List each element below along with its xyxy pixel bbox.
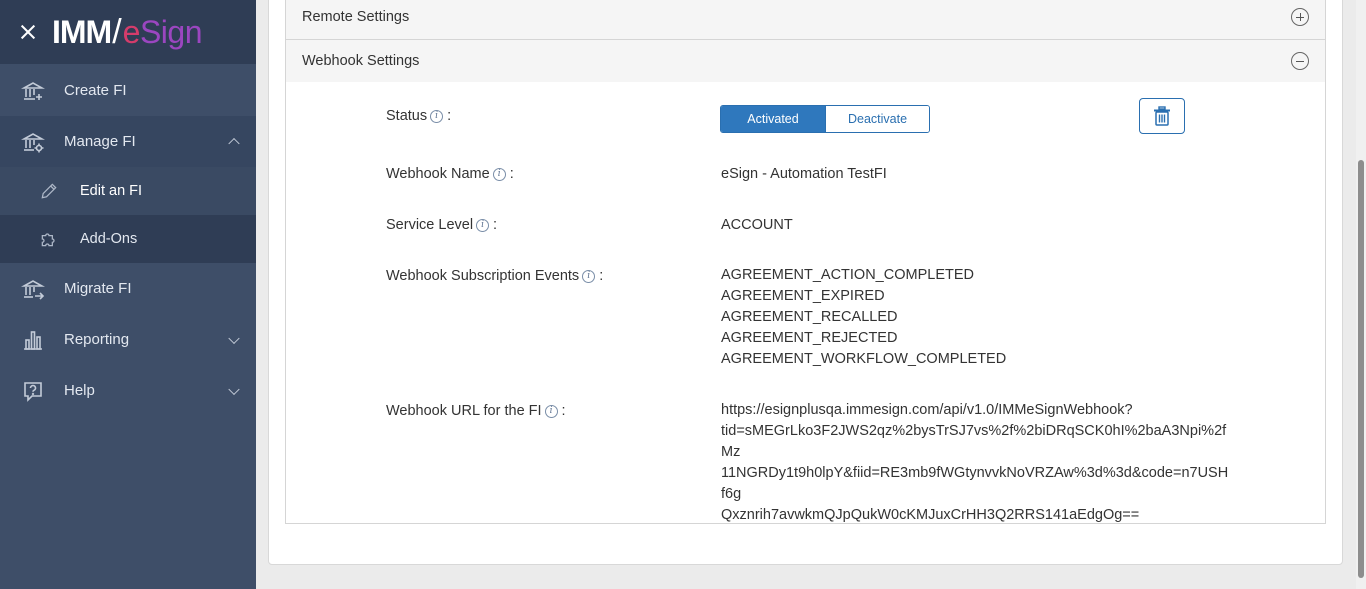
webhook-name-label-text: Webhook Name xyxy=(386,166,490,182)
event-item: AGREEMENT_REJECTED xyxy=(721,330,898,346)
deactivate-button[interactable]: Deactivate xyxy=(825,106,929,132)
chevron-down-icon xyxy=(228,383,240,395)
event-item: AGREEMENT_EXPIRED xyxy=(721,288,885,304)
service-level-label-text: Service Level xyxy=(386,217,474,233)
event-item: AGREEMENT_ACTION_COMPLETED xyxy=(721,267,974,283)
remote-settings-panel: Remote Settings xyxy=(285,0,1326,39)
info-icon[interactable]: i xyxy=(492,167,506,181)
sidebar-item-label: Create FI xyxy=(64,82,127,99)
delete-webhook-button[interactable] xyxy=(1139,98,1185,134)
pencil-icon xyxy=(38,180,60,202)
webhook-url-label: Webhook URL for the FI i : xyxy=(386,403,566,419)
label-colon: : xyxy=(493,217,498,233)
logo-sign: Sign xyxy=(139,14,203,50)
label-colon: : xyxy=(561,403,566,419)
sidebar-item-label: Help xyxy=(64,382,95,399)
bank-plus-icon xyxy=(20,78,46,104)
status-label-text: Status xyxy=(386,108,428,124)
sidebar-subitem-edit-fi[interactable]: Edit an FI xyxy=(0,167,256,215)
panel-title: Webhook Settings xyxy=(302,53,420,69)
sidebar-subitem-add-ons[interactable]: Add-Ons xyxy=(0,215,256,263)
webhook-settings-header[interactable]: Webhook Settings xyxy=(286,40,1325,82)
label-colon: : xyxy=(509,166,514,182)
immesign-logo[interactable]: IMM / eSign xyxy=(52,13,203,51)
logo-e: e xyxy=(122,14,141,50)
info-icon[interactable]: i xyxy=(476,218,490,232)
brand-bar: IMM / eSign xyxy=(0,0,256,64)
status-toggle: Activated Deactivate xyxy=(720,105,930,133)
puzzle-icon xyxy=(38,228,60,250)
sidebar-item-label: Migrate FI xyxy=(64,280,132,297)
logo-imm-text: IMM xyxy=(52,14,112,50)
remote-settings-header[interactable]: Remote Settings xyxy=(286,0,1325,39)
label-colon: : xyxy=(599,268,604,284)
webhook-name-value: eSign - Automation TestFI xyxy=(721,166,887,182)
sidebar-item-create-fi[interactable]: Create FI xyxy=(0,65,256,116)
expand-plus-icon[interactable] xyxy=(1291,8,1309,26)
sidebar-item-label: Reporting xyxy=(64,331,130,348)
help-bubble-icon xyxy=(20,378,46,404)
sidebar-subitem-label: Add-Ons xyxy=(80,231,138,247)
label-colon: : xyxy=(447,108,452,124)
sidebar-item-reporting[interactable]: Reporting xyxy=(0,314,256,365)
page-scrollbar[interactable] xyxy=(1356,0,1366,589)
info-icon[interactable]: i xyxy=(544,404,558,418)
bank-arrow-icon xyxy=(20,276,46,302)
activated-button[interactable]: Activated xyxy=(721,106,825,132)
sidebar: IMM / eSign Create FI Manage FI Edit an … xyxy=(0,0,256,589)
collapse-minus-icon[interactable] xyxy=(1291,52,1309,70)
sidebar-item-label: Manage FI xyxy=(64,133,136,150)
sidebar-item-manage-fi[interactable]: Manage FI xyxy=(0,116,256,167)
service-level-value: ACCOUNT xyxy=(721,217,793,233)
sidebar-subitem-label: Edit an FI xyxy=(80,183,143,199)
chevron-up-icon xyxy=(228,137,240,149)
panel-title: Remote Settings xyxy=(302,9,410,25)
logo-esign-text: eSign xyxy=(122,14,203,50)
service-level-label: Service Level i : xyxy=(386,217,497,233)
logo-slash: / xyxy=(112,13,122,51)
status-label: Status i : xyxy=(386,108,451,124)
sidebar-item-help[interactable]: Help xyxy=(0,365,256,416)
event-item: AGREEMENT_WORKFLOW_COMPLETED xyxy=(721,351,1007,367)
bank-gear-icon xyxy=(20,129,46,155)
webhook-name-label: Webhook Name i : xyxy=(386,166,514,182)
event-item: AGREEMENT_RECALLED xyxy=(721,309,898,325)
subscription-events-list: AGREEMENT_ACTION_COMPLETED AGREEMENT_EXP… xyxy=(721,265,1006,370)
scrollbar-thumb[interactable] xyxy=(1358,160,1364,578)
subscription-events-label: Webhook Subscription Events i : xyxy=(386,268,603,284)
webhook-url-value: https://esignplusqa.immesign.com/api/v1.… xyxy=(721,402,1229,523)
subscription-events-label-text: Webhook Subscription Events xyxy=(386,268,580,284)
webhook-url-label-text: Webhook URL for the FI xyxy=(386,403,542,419)
sidebar-item-migrate-fi[interactable]: Migrate FI xyxy=(0,263,256,314)
info-icon[interactable]: i xyxy=(430,109,444,123)
close-icon[interactable] xyxy=(18,22,38,42)
trash-icon xyxy=(1154,106,1170,126)
chevron-down-icon xyxy=(228,332,240,344)
info-icon[interactable]: i xyxy=(582,269,596,283)
bar-chart-icon xyxy=(20,327,46,353)
